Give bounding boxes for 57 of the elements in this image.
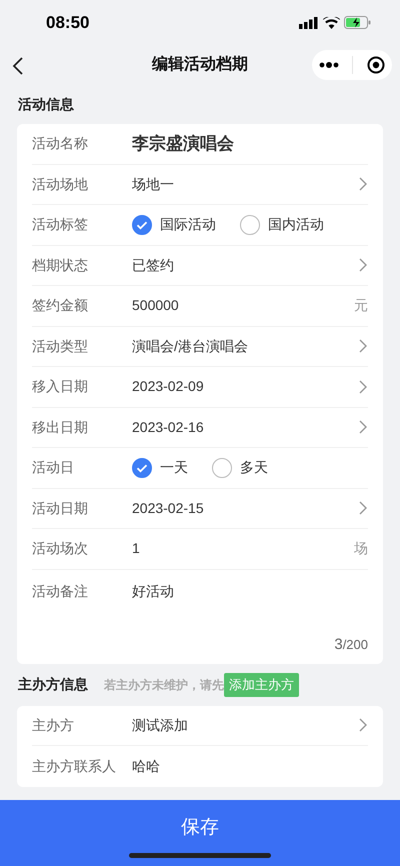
save-button[interactable]: 保存 xyxy=(0,800,400,866)
unit-label: 元 xyxy=(354,296,368,316)
remark-text: 好活动 xyxy=(132,582,174,600)
field-label: 活动名称 xyxy=(32,134,89,154)
close-icon[interactable] xyxy=(367,56,386,74)
field-label: 活动类型 xyxy=(32,336,89,356)
chevron-right-icon[interactable] xyxy=(359,258,368,272)
unit-label: 场 xyxy=(354,539,368,558)
radio-unchecked[interactable] xyxy=(212,458,232,478)
field-value: 已签约 xyxy=(132,256,175,275)
field-value: 测试添加 xyxy=(132,716,189,735)
status-time: 08:50 xyxy=(46,12,90,34)
field-value: 场地一 xyxy=(132,174,175,194)
field-label: 活动日 xyxy=(32,458,75,478)
field-label: 活动场地 xyxy=(32,174,89,194)
option-label[interactable]: 多天 xyxy=(240,457,268,478)
chevron-right-icon[interactable] xyxy=(359,718,368,732)
radio-checked[interactable] xyxy=(132,214,152,235)
wifi-icon xyxy=(323,16,340,28)
field-label: 移出日期 xyxy=(32,418,89,437)
option-label[interactable]: 国内活动 xyxy=(268,214,324,236)
field-label: 移入日期 xyxy=(32,377,89,396)
radio-checked[interactable] xyxy=(132,458,152,478)
more-icon[interactable] xyxy=(318,62,339,68)
chevron-right-icon[interactable] xyxy=(359,380,368,394)
field-label: 活动备注 xyxy=(32,582,89,600)
char-counter: 3/200 xyxy=(334,636,368,652)
field-value: 2023-02-09 xyxy=(132,377,205,396)
field-value: 1 xyxy=(132,539,141,558)
hint-text: 若主办方未维护，请先 xyxy=(104,676,224,694)
back-button[interactable] xyxy=(12,55,24,76)
field-label: 活动标签 xyxy=(32,215,89,234)
radio-unchecked[interactable] xyxy=(240,214,260,235)
section-title: 主办方信息 xyxy=(18,675,88,694)
field-value: 哈哈 xyxy=(132,756,161,776)
chevron-right-icon[interactable] xyxy=(359,420,368,434)
menu-capsule[interactable] xyxy=(312,50,392,80)
chevron-right-icon[interactable] xyxy=(359,501,368,516)
section-title: 活动信息 xyxy=(17,95,75,114)
option-label[interactable]: 一天 xyxy=(160,457,188,478)
field-value: 演唱会/港台演唱会 xyxy=(132,336,249,356)
field-value: 李宗盛演唱会 xyxy=(132,133,235,155)
field-value: 2023-02-15 xyxy=(132,498,205,518)
field-label: 主办方联系人 xyxy=(32,756,117,776)
field-label: 档期状态 xyxy=(32,256,89,275)
chevron-right-icon[interactable] xyxy=(359,177,368,192)
field-label: 主办方 xyxy=(32,716,75,735)
field-label: 活动场次 xyxy=(32,539,89,558)
field-value: 2023-02-16 xyxy=(132,418,205,437)
chevron-right-icon[interactable] xyxy=(359,339,368,354)
field-label: 签约金额 xyxy=(32,296,89,316)
battery-charging-icon xyxy=(344,16,372,29)
field-label: 活动日期 xyxy=(32,498,89,518)
signal-icon xyxy=(299,16,319,28)
page-title: 编辑活动档期 xyxy=(152,54,248,75)
field-value: 500000 xyxy=(132,296,180,316)
option-label[interactable]: 国际活动 xyxy=(160,214,216,236)
